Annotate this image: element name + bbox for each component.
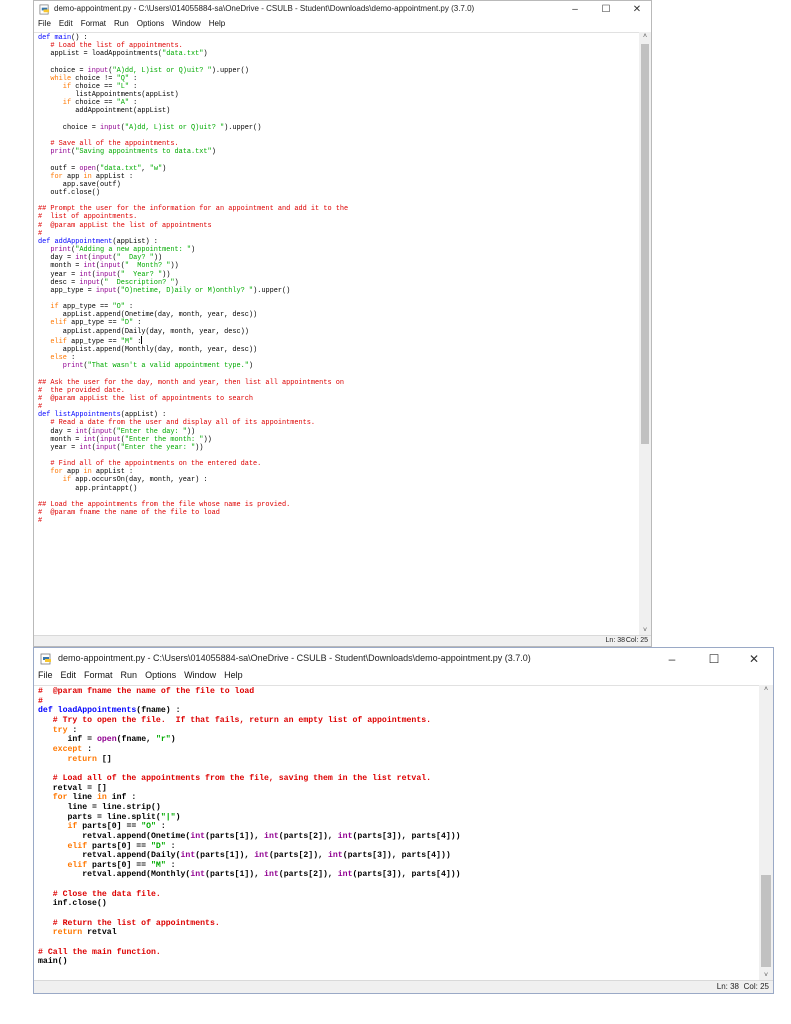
menu-help[interactable]: Help xyxy=(220,670,247,680)
window-title: demo-appointment.py - C:\Users\014055884… xyxy=(54,4,475,13)
window-title: demo-appointment.py - C:\Users\014055884… xyxy=(58,653,531,663)
code-editor[interactable]: def main() : # Load the list of appointm… xyxy=(34,32,639,636)
text-cursor xyxy=(141,335,143,344)
line-indicator: Ln: 38 xyxy=(716,982,739,991)
menu-window[interactable]: Window xyxy=(168,19,204,28)
close-button[interactable]: ✕ xyxy=(737,648,771,670)
scroll-up-arrow-icon[interactable]: ˄ xyxy=(759,685,773,695)
scrollbar-thumb[interactable] xyxy=(641,44,649,444)
title-bar[interactable]: demo-appointment.py - C:\Users\014055884… xyxy=(34,1,651,18)
python-file-icon xyxy=(40,653,51,665)
vertical-scrollbar[interactable]: ˄ ˅ xyxy=(639,32,651,636)
status-bar: Ln: 38 Col: 25 xyxy=(34,635,651,646)
minimize-button[interactable]: – xyxy=(561,1,589,18)
menu-run[interactable]: Run xyxy=(110,19,133,28)
menu-file[interactable]: File xyxy=(34,670,57,680)
menu-options[interactable]: Options xyxy=(141,670,180,680)
close-button[interactable]: ✕ xyxy=(623,1,651,18)
title-bar[interactable]: demo-appointment.py - C:\Users\014055884… xyxy=(34,648,773,670)
idle-editor-window-bottom: demo-appointment.py - C:\Users\014055884… xyxy=(33,647,774,994)
vertical-scrollbar[interactable]: ˄ ˅ xyxy=(759,685,773,981)
menu-run[interactable]: Run xyxy=(117,670,142,680)
maximize-button[interactable]: ☐ xyxy=(697,648,731,670)
menu-help[interactable]: Help xyxy=(205,19,229,28)
menu-format[interactable]: Format xyxy=(77,19,110,28)
line-indicator: Ln: 38 xyxy=(605,637,625,644)
menu-edit[interactable]: Edit xyxy=(55,19,77,28)
column-indicator: Col: 25 xyxy=(625,637,648,644)
menu-window[interactable]: Window xyxy=(180,670,220,680)
code-editor[interactable]: # @param fname the name of the file to l… xyxy=(34,685,759,981)
column-indicator: Col: 25 xyxy=(743,982,769,991)
python-file-icon xyxy=(39,4,50,15)
menu-bar: File Edit Format Run Options Window Help xyxy=(34,670,773,685)
menu-bar: File Edit Format Run Options Window Help xyxy=(34,19,651,32)
code-text[interactable]: def main() : # Load the list of appointm… xyxy=(34,33,639,526)
scrollbar-thumb[interactable] xyxy=(761,875,771,967)
scroll-up-arrow-icon[interactable]: ˄ xyxy=(639,32,651,42)
menu-file[interactable]: File xyxy=(34,19,55,28)
idle-editor-window-top: demo-appointment.py - C:\Users\014055884… xyxy=(33,0,652,647)
minimize-button[interactable]: – xyxy=(655,648,689,670)
code-text[interactable]: # @param fname the name of the file to l… xyxy=(34,686,759,968)
menu-edit[interactable]: Edit xyxy=(57,670,81,680)
status-bar: Ln: 38 Col: 25 xyxy=(34,980,773,993)
menu-options[interactable]: Options xyxy=(133,19,169,28)
maximize-button[interactable]: ☐ xyxy=(592,1,620,18)
menu-format[interactable]: Format xyxy=(80,670,117,680)
